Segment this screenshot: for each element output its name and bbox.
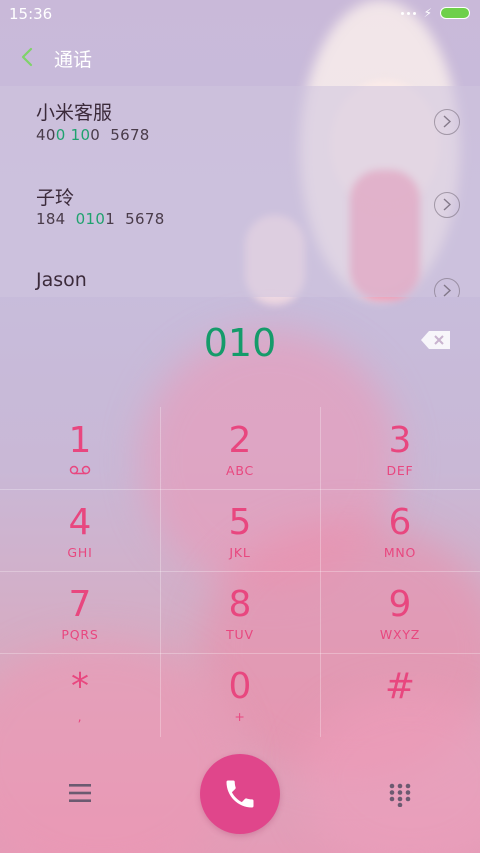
key-letters: JKL <box>229 545 251 560</box>
number-segment: 184 <box>36 210 76 228</box>
contact-item[interactable]: 子玲 184 0101 5678 <box>0 172 480 258</box>
chevron-right-circle-icon[interactable] <box>434 192 460 218</box>
chevron-right-circle-icon[interactable] <box>434 278 460 297</box>
key-digit: # <box>384 666 416 707</box>
dialpad-icon[interactable] <box>389 783 411 808</box>
chevron-left-icon[interactable] <box>18 46 38 68</box>
key-letters: PQRS <box>61 627 99 642</box>
number-match-segment: 010 <box>75 210 106 228</box>
key-hash[interactable]: # <box>320 653 480 735</box>
contact-number: 400 100 5678 <box>36 126 150 144</box>
key-1[interactable]: 1 <box>0 407 160 489</box>
number-match-segment: 10 <box>70 126 91 144</box>
key-digit: * <box>71 666 89 707</box>
dialed-number[interactable]: 010 <box>0 321 480 365</box>
key-9[interactable]: 9 WXYZ <box>320 571 480 653</box>
keypad-grid: 1 2 ABC 3 DEF 4 GHI 5 JKL 6 MNO 7 PQRS 8… <box>0 407 480 737</box>
key-digit: 3 <box>388 420 412 461</box>
key-letters: + <box>234 709 246 724</box>
contact-number: 184 0101 5678 <box>36 210 165 228</box>
key-letters: MNO <box>383 545 417 560</box>
page-title: 通话 <box>54 49 93 71</box>
phone-dialer-screen: 15:36 ⚡ 通话 小米客服 400 100 5678 子玲 184 0101… <box>0 0 480 853</box>
key-5[interactable]: 5 JKL <box>160 489 320 571</box>
battery-icon <box>440 7 470 19</box>
key-letters: WXYZ <box>379 627 421 642</box>
key-digit: 8 <box>228 584 252 625</box>
number-segment: 40 <box>36 126 56 144</box>
header: 通话 <box>0 28 480 86</box>
contact-item[interactable]: Jason <box>0 258 480 297</box>
key-6[interactable]: 6 MNO <box>320 489 480 571</box>
status-time: 15:36 <box>9 5 53 23</box>
contact-name: 子玲 <box>36 187 75 209</box>
signal-dots-icon <box>400 11 416 15</box>
key-3[interactable]: 3 DEF <box>320 407 480 489</box>
number-match-segment: 0 <box>55 126 66 144</box>
contact-name: Jason <box>36 269 87 291</box>
status-icons: ⚡ <box>400 6 470 20</box>
phone-icon <box>226 780 254 808</box>
charging-icon: ⚡ <box>423 6 432 20</box>
voicemail-icon <box>0 463 160 478</box>
key-digit: 1 <box>68 420 92 461</box>
key-4[interactable]: 4 GHI <box>0 489 160 571</box>
key-8[interactable]: 8 TUV <box>160 571 320 653</box>
contact-suggestion-list: 小米客服 400 100 5678 子玲 184 0101 5678 Jason <box>0 86 480 297</box>
dial-keypad: 1 2 ABC 3 DEF 4 GHI 5 JKL 6 MNO 7 PQRS 8… <box>0 407 480 737</box>
key-2[interactable]: 2 ABC <box>160 407 320 489</box>
key-digit: 5 <box>228 502 252 543</box>
dial-input-area: 010 <box>0 297 480 407</box>
contact-item[interactable]: 小米客服 400 100 5678 <box>0 86 480 172</box>
key-letters: GHI <box>67 545 93 560</box>
number-segment: 0 5678 <box>90 126 150 144</box>
menu-icon[interactable] <box>69 783 91 803</box>
number-segment: 1 5678 <box>105 210 165 228</box>
key-7[interactable]: 7 PQRS <box>0 571 160 653</box>
key-letters: , <box>77 709 83 724</box>
key-digit: 0 <box>228 666 252 707</box>
chevron-right-circle-icon[interactable] <box>434 109 460 135</box>
key-0[interactable]: 0 + <box>160 653 320 735</box>
key-letters: TUV <box>226 627 254 642</box>
call-button[interactable] <box>200 754 280 834</box>
backspace-icon[interactable] <box>420 330 452 350</box>
key-digit: 6 <box>388 502 412 543</box>
key-star[interactable]: * , <box>0 653 160 735</box>
key-letters: DEF <box>386 463 414 478</box>
status-bar: 15:36 ⚡ <box>0 0 480 28</box>
key-digit: 9 <box>388 584 412 625</box>
bottom-action-bar <box>0 737 480 853</box>
key-letters: ABC <box>225 463 255 478</box>
key-digit: 4 <box>68 502 92 543</box>
key-digit: 2 <box>228 420 252 461</box>
contact-name: 小米客服 <box>36 102 113 124</box>
key-digit: 7 <box>68 584 92 625</box>
